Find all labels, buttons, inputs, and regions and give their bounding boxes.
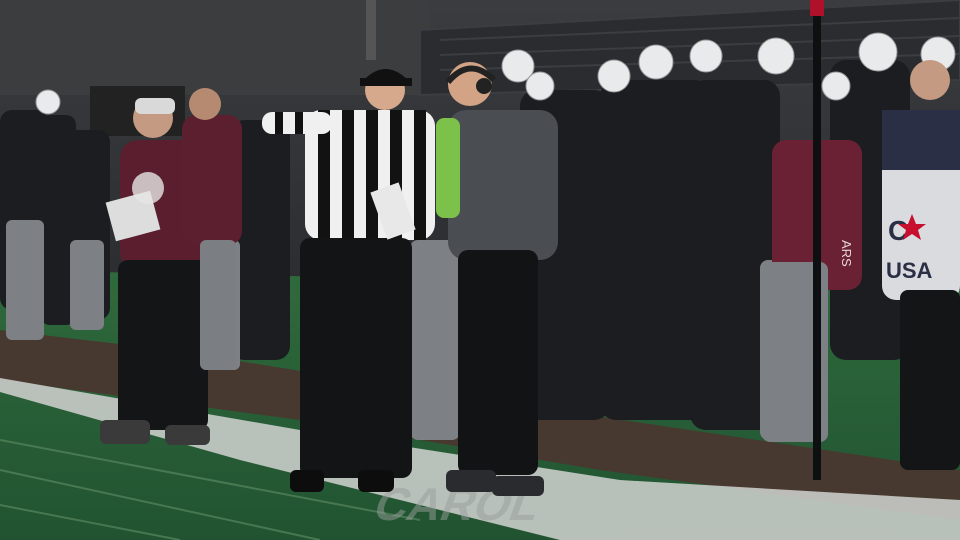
down-marker-pole xyxy=(813,0,821,480)
photo-canvas: CAROL ARS C USA xyxy=(0,0,960,540)
pole-top xyxy=(810,0,824,16)
sideline-photo: CAROL ARS C USA xyxy=(0,0,960,540)
cusa-logo-c: C xyxy=(888,215,908,246)
cusa-logo-usa: USA xyxy=(886,258,933,283)
hoodie-text: ARS xyxy=(839,240,854,267)
light-pole xyxy=(366,0,376,60)
